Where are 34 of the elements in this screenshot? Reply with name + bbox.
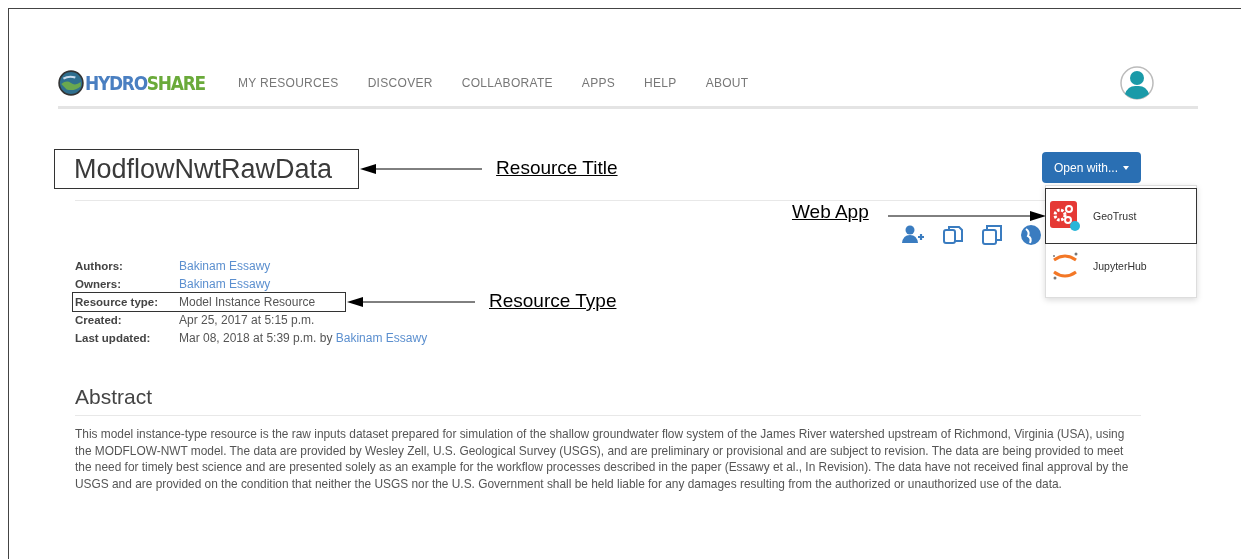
copy-icon[interactable] — [981, 224, 1003, 246]
author-link[interactable]: Bakinam Essawy — [179, 257, 271, 275]
abstract-text: This model instance-type resource is the raw inputs dataset prepared for simulation of the shallow groundwater flow system of the James River watershed upstream of Richmond, Virginia (USA), using the MODFLOW-NWT model. The data are provided by Wesley Zell, U.S. Geological Survey (USGS), and are preliminary or provisional and are subject to revision. The data are being provided to meet the need for timely best science and are presented solely as an example for the workflow processes described in the paper (Essawy et al., In Revision). The data have not received final approval by the USGS and are provided on the condition that neither the USGS nor the U.S. Government shall be held liable for any damages resulting from the authorized or unauthorized use of the data. — [75, 426, 1130, 493]
field-value: Apr 25, 2017 at 5:15 p.m. — [179, 312, 315, 329]
nav-link[interactable]: APPS — [581, 76, 616, 90]
nav-link[interactable]: COLLABORATE — [461, 76, 553, 90]
app-menu-item[interactable]: GeoTrust — [1045, 189, 1196, 243]
author-link[interactable]: Bakinam Essawy — [179, 275, 271, 293]
open-with-button[interactable]: Open with... — [1041, 152, 1141, 183]
globe-icon[interactable] — [1020, 224, 1042, 246]
user-avatar-icon[interactable] — [1120, 66, 1154, 100]
add-user-icon[interactable] — [901, 224, 925, 244]
abstract-heading: Abstract — [75, 385, 1141, 416]
nav-link[interactable]: MY RESOURCES — [237, 76, 339, 90]
field-label: Last updated: — [75, 331, 152, 346]
field-value: Model Instance Resource — [179, 294, 316, 311]
resource-title: ModflowNwtRawData — [55, 150, 359, 188]
field-label: Created: — [75, 313, 123, 328]
nav-link[interactable]: ABOUT — [705, 76, 749, 90]
logo-wordmark[interactable]: HYDROSHARE — [85, 71, 205, 95]
gears-icon — [1049, 201, 1080, 231]
annotation-label: Web App — [791, 201, 869, 223]
copy-icon[interactable] — [942, 224, 964, 246]
field-value: Mar 08, 2018 at 5:39 p.m. by — [179, 331, 333, 345]
field-label: Owners: — [75, 277, 122, 292]
author-link[interactable]: Bakinam Essawy — [335, 331, 428, 345]
app-menu-item[interactable]: JupyterHub — [1045, 243, 1196, 289]
logo-globe-icon — [58, 70, 84, 96]
field-label: Resource type: — [75, 295, 160, 310]
field-label: Authors: — [75, 259, 124, 274]
annotation-label: Resource Title — [496, 157, 618, 179]
annotation-label: Resource Type — [489, 290, 617, 312]
nav-link[interactable]: HELP — [644, 76, 677, 90]
nav-link[interactable]: DISCOVER — [367, 76, 433, 90]
